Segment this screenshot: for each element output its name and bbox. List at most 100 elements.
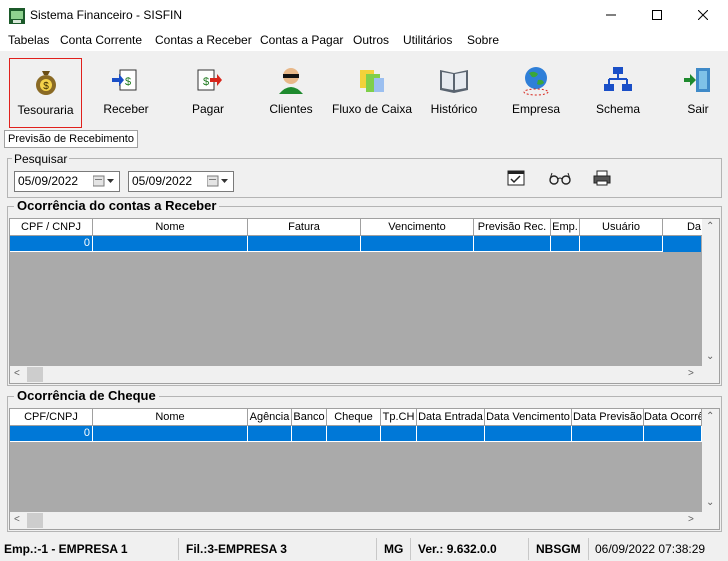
date-from-field[interactable]: 05/09/2022 [14,171,120,192]
status-user: NBSGM [536,542,581,556]
data-vencimento-cell [485,426,572,442]
scroll-up-icon[interactable]: ⌃ [706,221,714,232]
app-icon [9,8,25,24]
horizontal-scrollbar[interactable]: < > [10,366,719,383]
menu-sobre[interactable]: Sobre [467,33,499,47]
schema-icon [604,67,632,91]
cheque-cell [327,426,381,442]
table-row[interactable]: 0 [10,236,701,252]
emp-cell [551,236,580,252]
calendar-check-icon[interactable] [507,170,525,186]
historico-label: Histórico [430,102,478,116]
receber-label: Receber [103,102,149,116]
tp-ch-cell [381,426,417,442]
previsao-cell [474,236,551,252]
svg-text:$: $ [203,76,209,88]
cheques-grid[interactable]: CPF/CNPJ Nome Agência Banco Cheque Tp.CH… [9,408,720,530]
col-usuario[interactable]: Usuário [580,219,663,236]
col-data[interactable]: Da [663,219,704,236]
col-banco[interactable]: Banco [292,409,327,426]
tab-previsao-de-recebimento[interactable]: Previsão de Recebimento [4,130,138,148]
scroll-left-icon[interactable]: < [14,368,20,379]
col-previsao-rec[interactable]: Previsão Rec. [474,219,551,236]
money-bag-icon: $ [35,71,56,95]
status-filial: Fil.:3-EMPRESA 3 [186,542,287,556]
vertical-scrollbar[interactable]: ⌃ ⌄ [702,219,719,366]
col-cheque[interactable]: Cheque [327,409,381,426]
menu-outros[interactable]: Outros [353,33,389,47]
scroll-down-icon[interactable]: ⌄ [706,497,714,508]
status-uf: MG [384,542,404,556]
close-button[interactable] [680,0,726,30]
scroll-left-icon[interactable]: < [14,514,20,525]
svg-text:$: $ [125,76,131,88]
col-vencimento[interactable]: Vencimento [361,219,474,236]
sair-label: Sair [687,102,709,116]
scroll-right-icon[interactable]: > [688,368,694,379]
scroll-right-icon[interactable]: > [688,514,694,525]
minimize-button[interactable] [588,0,634,30]
menu-contas-a-pagar[interactable]: Contas a Pagar [260,33,343,47]
maximize-button[interactable] [634,0,680,30]
menu-tabelas[interactable]: Tabelas [8,33,49,47]
receivables-grid[interactable]: CPF / CNPJ Nome Fatura Vencimento Previs… [9,218,720,384]
table-row[interactable]: 0 [10,426,702,442]
cash-flow-icon [360,70,384,92]
tesouraria-button[interactable]: $ Tesouraria [9,58,82,128]
col-cpf-cnpj[interactable]: CPF/CNPJ [10,409,93,426]
banco-cell [292,426,327,442]
pay-icon: $ [197,69,222,91]
empresa-button[interactable]: Empresa [510,58,562,126]
sair-button[interactable]: Sair [676,58,720,126]
calendar-dropdown-icon[interactable] [93,175,115,187]
data-ocorrencia-cell [644,426,702,442]
vertical-scrollbar[interactable]: ⌃ ⌄ [702,409,719,512]
horizontal-scrollbar[interactable]: < > [10,512,719,529]
status-empresa: Emp.:-1 - EMPRESA 1 [4,542,128,556]
date-to-field[interactable]: 05/09/2022 [128,171,234,192]
col-tp-ch[interactable]: Tp.CH [381,409,417,426]
date-to-value: 05/09/2022 [132,174,193,188]
fluxo-de-caixa-button[interactable]: Fluxo de Caixa [331,58,413,126]
col-data-entrada[interactable]: Data Entrada [417,409,485,426]
status-separator [178,538,179,560]
col-cpf-cnpj[interactable]: CPF / CNPJ [10,219,93,236]
historico-button[interactable]: Histórico [428,58,480,126]
scroll-thumb[interactable] [27,513,43,528]
nome-cell [93,426,248,442]
scroll-down-icon[interactable]: ⌄ [706,351,714,362]
cpf-cnpj-cell: 0 [10,236,93,252]
nome-cell [93,236,248,252]
vencimento-cell [361,236,474,252]
tesouraria-label: Tesouraria [17,103,74,117]
close-icon [698,10,708,20]
clientes-button[interactable]: Clientes [264,58,318,126]
col-nome[interactable]: Nome [93,219,248,236]
schema-button[interactable]: Schema [592,58,644,126]
col-agencia[interactable]: Agência [248,409,292,426]
col-data-ocorrencia[interactable]: Data Ocorrê [644,409,702,426]
search-title: Pesquisar [12,152,70,166]
col-nome[interactable]: Nome [93,409,248,426]
printer-icon[interactable] [593,170,611,186]
menu-contas-a-receber[interactable]: Contas a Receber [155,33,252,47]
scroll-thumb[interactable] [27,367,43,382]
col-fatura[interactable]: Fatura [248,219,361,236]
clientes-label: Clientes [269,102,313,116]
pagar-button[interactable]: $ Pagar [182,58,234,126]
menu-utilitarios[interactable]: Utilitários [403,33,452,47]
col-emp[interactable]: Emp. [551,219,580,236]
maximize-icon [652,10,662,20]
glasses-icon[interactable] [549,171,571,185]
calendar-dropdown-icon[interactable] [207,175,229,187]
scroll-up-icon[interactable]: ⌃ [706,411,714,422]
receber-button[interactable]: $ Receber [95,58,157,126]
data-entrada-cell [417,426,485,442]
col-data-vencimento[interactable]: Data Vencimento [485,409,572,426]
fluxo-de-caixa-label: Fluxo de Caixa [331,102,413,116]
menu-conta-corrente[interactable]: Conta Corrente [60,33,142,47]
col-data-previsao[interactable]: Data Previsão [572,409,644,426]
agencia-cell [248,426,292,442]
empresa-label: Empresa [511,102,561,116]
status-separator [376,538,377,560]
